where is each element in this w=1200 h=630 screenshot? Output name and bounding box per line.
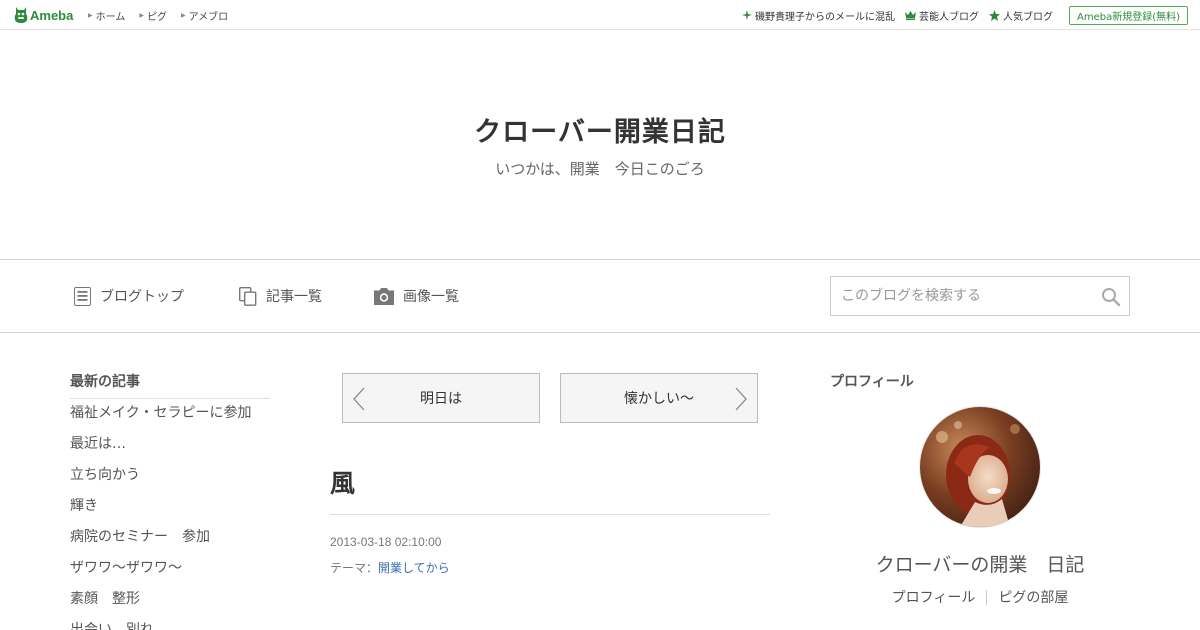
celebrity-blog-label: 芸能人ブログ bbox=[918, 11, 979, 23]
profile-link[interactable]: プロフィール bbox=[892, 587, 976, 607]
list-item[interactable]: 最近は… bbox=[70, 434, 290, 465]
image-list-label: 画像一覧 bbox=[403, 289, 459, 305]
recent-entries-heading: 最新の記事 bbox=[70, 371, 270, 399]
list-item[interactable]: 病院のセミナー 参加 bbox=[70, 527, 290, 558]
sparkle-icon bbox=[741, 10, 752, 20]
ameba-logo[interactable]: Ameba bbox=[14, 6, 73, 24]
list-item[interactable]: 福祉メイク・セラピーに参加 bbox=[70, 403, 290, 434]
list-item[interactable]: 素顔 整形 bbox=[70, 589, 290, 620]
prev-entry-button[interactable]: 明日は bbox=[342, 373, 540, 423]
entry-list-label: 記事一覧 bbox=[266, 289, 322, 305]
profile-heading: プロフィール bbox=[830, 374, 914, 390]
trending-topic-label: 磯野貴理子からのメールに混乱 bbox=[754, 11, 895, 23]
document-icon bbox=[74, 286, 91, 306]
global-header: Ameba ▶ ホーム ▶ ピグ ▶ アメブロ 磯野貴理子からのメールに混乱 芸能人ブ… bbox=[0, 0, 1200, 30]
prev-entry-label: 明日は bbox=[420, 391, 462, 407]
list-item[interactable]: 輝き bbox=[70, 496, 290, 527]
entry-list-link[interactable]: 記事一覧 bbox=[239, 260, 322, 332]
star-icon bbox=[988, 9, 1000, 21]
ameba-mascot-icon bbox=[14, 7, 28, 23]
entry-title[interactable]: 風 bbox=[330, 464, 355, 500]
theme-link[interactable]: 開業してから bbox=[378, 561, 450, 575]
popular-blog-link[interactable]: 人気ブログ bbox=[988, 8, 1053, 23]
blog-search-input[interactable] bbox=[831, 277, 1081, 315]
camera-icon bbox=[374, 287, 394, 305]
nav-home-label: ホーム bbox=[95, 11, 126, 23]
trending-topic-link[interactable]: 磯野貴理子からのメールに混乱 bbox=[741, 8, 895, 23]
divider bbox=[986, 589, 988, 605]
blog-top-link[interactable]: ブログトップ bbox=[74, 260, 184, 332]
global-nav: ▶ ホーム ▶ ピグ ▶ アメブロ bbox=[88, 0, 242, 30]
theme-prefix: テーマ： bbox=[330, 561, 379, 575]
crown-icon bbox=[904, 11, 916, 20]
nav-pigg-link[interactable]: ▶ ピグ bbox=[139, 8, 167, 23]
list-item[interactable]: 立ち向かう bbox=[70, 465, 290, 496]
triangle-right-icon: ▶ bbox=[180, 11, 186, 19]
entry-theme: テーマ：開業してから bbox=[330, 559, 450, 576]
chevron-right-icon bbox=[735, 387, 747, 411]
nav-ameblo-link[interactable]: ▶ アメブロ bbox=[181, 8, 228, 23]
entry-date: 2013-03-18 02:10:00 bbox=[330, 535, 442, 549]
celebrity-blog-link[interactable]: 芸能人ブログ bbox=[904, 8, 979, 23]
avatar[interactable] bbox=[920, 407, 1040, 527]
next-entry-button[interactable]: 懐かしい～ bbox=[560, 373, 758, 423]
blog-search bbox=[830, 276, 1130, 316]
popular-blog-label: 人気ブログ bbox=[1002, 11, 1053, 23]
blog-top-label: ブログトップ bbox=[100, 289, 184, 305]
next-entry-label: 懐かしい～ bbox=[624, 391, 694, 407]
register-button[interactable]: Ameba新規登録(無料) bbox=[1068, 5, 1188, 25]
image-list-link[interactable]: 画像一覧 bbox=[374, 260, 459, 332]
profile-photo-icon bbox=[920, 407, 1040, 527]
blog-description: いつかは、開業 今日このごろ bbox=[495, 160, 705, 178]
profile-name[interactable]: クローバーの開業 日記 bbox=[830, 550, 1130, 577]
blog-nav: ブログトップ 記事一覧 画像一覧 bbox=[0, 259, 1200, 333]
pigg-room-link[interactable]: ピグの部屋 bbox=[998, 587, 1068, 607]
list-item[interactable]: 出会い 別れ bbox=[70, 620, 290, 630]
chevron-left-icon bbox=[353, 387, 365, 411]
search-button[interactable] bbox=[1101, 287, 1121, 307]
blog-title[interactable]: クローバー開業日記 bbox=[0, 110, 1200, 149]
nav-home-link[interactable]: ▶ ホーム bbox=[88, 8, 125, 23]
profile-links: プロフィール ピグの部屋 bbox=[830, 587, 1130, 607]
nav-pigg-label: ピグ bbox=[146, 11, 167, 23]
header-links: 磯野貴理子からのメールに混乱 芸能人ブログ 人気ブログ Ameba新規登録(無料… bbox=[732, 0, 1188, 30]
triangle-right-icon: ▶ bbox=[88, 11, 93, 19]
list-item[interactable]: ザワワ～ザワワ～ bbox=[70, 558, 290, 589]
nav-ameblo-label: アメブロ bbox=[188, 11, 229, 23]
copy-icon bbox=[239, 286, 257, 306]
recent-entries-list: 福祉メイク・セラピーに参加 最近は… 立ち向かう 輝き 病院のセミナー 参加 ザ… bbox=[70, 403, 290, 630]
search-icon bbox=[1102, 288, 1121, 307]
entry-divider bbox=[330, 514, 770, 515]
triangle-right-icon: ▶ bbox=[139, 11, 144, 19]
logo-text: Ameba bbox=[30, 7, 74, 23]
